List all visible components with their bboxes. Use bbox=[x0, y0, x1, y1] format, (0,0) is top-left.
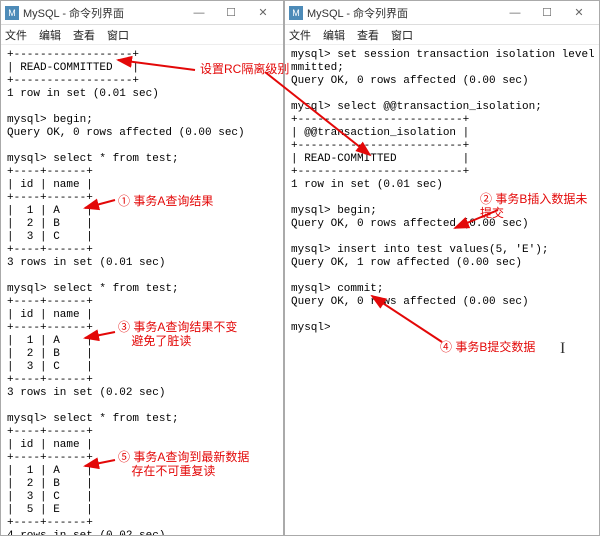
close-button[interactable]: ✕ bbox=[247, 2, 279, 24]
maximize-button[interactable]: ☐ bbox=[531, 2, 563, 24]
window-title: MySQL - 命令列界面 bbox=[307, 5, 499, 21]
terminal-output-a[interactable]: +------------------+ | READ-COMMITTED | … bbox=[1, 45, 283, 535]
menubar-b: 文件 编辑 查看 窗口 bbox=[285, 25, 599, 45]
text-cursor-icon: I bbox=[560, 340, 565, 358]
svg-text:M: M bbox=[292, 8, 300, 18]
menu-view[interactable]: 查看 bbox=[357, 27, 379, 43]
menu-edit[interactable]: 编辑 bbox=[323, 27, 345, 43]
titlebar-b: M MySQL - 命令列界面 — ☐ ✕ bbox=[285, 1, 599, 25]
menu-window[interactable]: 窗口 bbox=[391, 27, 413, 43]
menu-file[interactable]: 文件 bbox=[5, 27, 27, 43]
minimize-button[interactable]: — bbox=[183, 2, 215, 24]
menu-file[interactable]: 文件 bbox=[289, 27, 311, 43]
terminal-output-b[interactable]: mysql> set session transaction isolation… bbox=[285, 45, 599, 535]
menu-window[interactable]: 窗口 bbox=[107, 27, 129, 43]
window-title: MySQL - 命令列界面 bbox=[23, 5, 183, 21]
menu-edit[interactable]: 编辑 bbox=[39, 27, 61, 43]
titlebar-a: M MySQL - 命令列界面 — ☐ ✕ bbox=[1, 1, 283, 25]
minimize-button[interactable]: — bbox=[499, 2, 531, 24]
maximize-button[interactable]: ☐ bbox=[215, 2, 247, 24]
app-icon: M bbox=[5, 6, 19, 20]
terminal-window-a: M MySQL - 命令列界面 — ☐ ✕ 文件 编辑 查看 窗口 +-----… bbox=[0, 0, 284, 536]
close-button[interactable]: ✕ bbox=[563, 2, 595, 24]
svg-text:M: M bbox=[8, 8, 16, 18]
menubar-a: 文件 编辑 查看 窗口 bbox=[1, 25, 283, 45]
app-icon: M bbox=[289, 6, 303, 20]
terminal-window-b: M MySQL - 命令列界面 — ☐ ✕ 文件 编辑 查看 窗口 mysql>… bbox=[284, 0, 600, 536]
menu-view[interactable]: 查看 bbox=[73, 27, 95, 43]
